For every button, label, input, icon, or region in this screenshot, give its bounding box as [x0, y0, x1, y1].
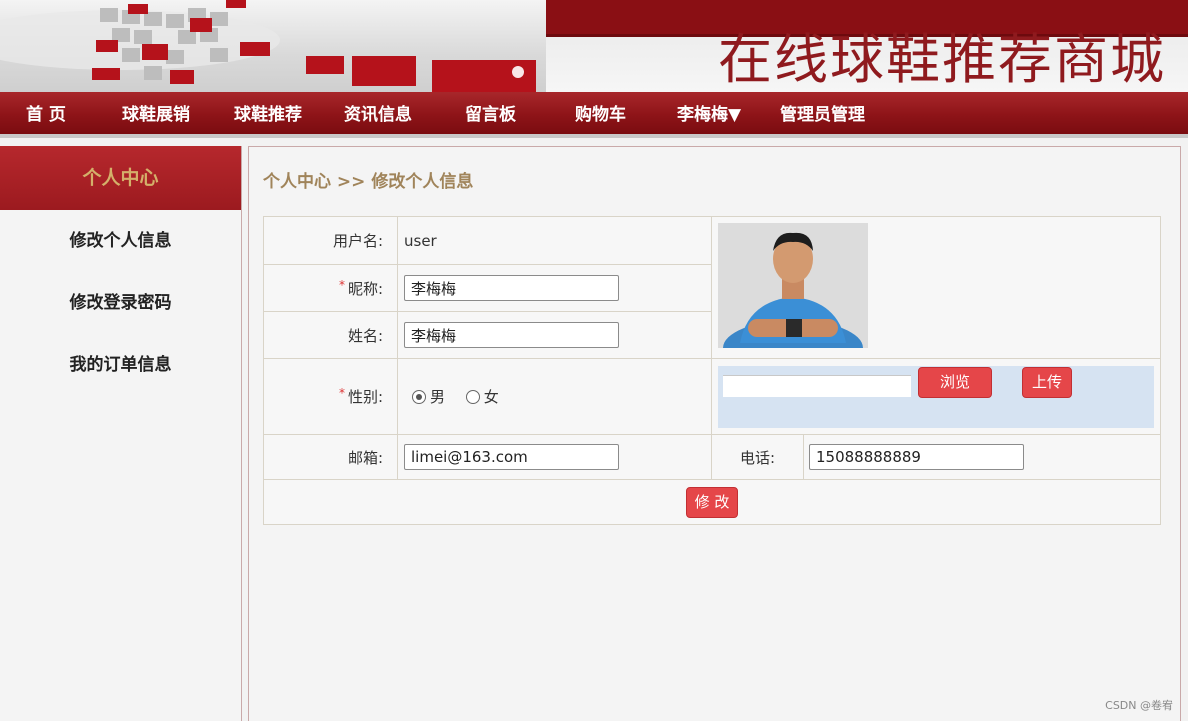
site-title: 在线球鞋推荐商城: [718, 28, 1166, 91]
required-star: *: [338, 277, 345, 292]
nav-message-board[interactable]: 留言板: [465, 92, 516, 138]
browse-button[interactable]: 浏览: [918, 366, 992, 398]
realname-label-text: 姓名:: [347, 326, 383, 345]
required-star: *: [338, 386, 345, 400]
nav-user-menu[interactable]: 李梅梅▼: [677, 92, 741, 138]
upload-button[interactable]: 上传: [1022, 366, 1072, 398]
gender-label: * 性别:: [263, 358, 398, 435]
file-path-field[interactable]: [723, 374, 911, 397]
username-label-text: 用户名:: [332, 232, 383, 250]
nav-admin[interactable]: 管理员管理: [780, 92, 865, 138]
phone-input[interactable]: [809, 444, 1024, 470]
gender-options: 男 女: [397, 358, 712, 435]
cube-decoration-image: [0, 0, 536, 92]
upload-area: 浏览 上传: [718, 365, 1154, 428]
email-label-text: 邮箱:: [347, 448, 383, 467]
email-input[interactable]: [404, 444, 619, 470]
nav-news[interactable]: 资讯信息: [344, 92, 412, 138]
gender-male-radio[interactable]: [412, 389, 426, 404]
submit-row: 修 改: [263, 479, 1161, 525]
sidebar: 个人中心 修改个人信息 修改登录密码 我的订单信息: [0, 146, 242, 721]
nickname-label: * 昵称:: [263, 264, 398, 312]
nav-cart[interactable]: 购物车: [575, 92, 626, 138]
submit-button[interactable]: 修 改: [686, 486, 738, 518]
main-nav: 首 页 球鞋展销 球鞋推荐 资讯信息 留言板 购物车 李梅梅▼ 管理员管理: [0, 92, 1188, 138]
username-value: user: [397, 216, 712, 265]
sidebar-item-my-orders[interactable]: 我的订单信息: [0, 334, 241, 396]
nickname-input[interactable]: [404, 275, 619, 301]
nav-shoe-sales[interactable]: 球鞋展销: [122, 92, 190, 138]
gender-female-radio[interactable]: [465, 389, 480, 404]
username-label: 用户名:: [263, 216, 398, 265]
gender-label-text: 性别:: [347, 388, 383, 406]
profile-form: 用户名: user * 昵称: 李梅梅 姓名: 李梅梅 * 性别: 男 女 浏览…: [263, 216, 1161, 525]
banner-title-area: 在线球鞋推荐商城: [546, 0, 1188, 92]
gender-male-label[interactable]: 男: [430, 388, 445, 406]
email-label: 邮箱:: [263, 434, 398, 480]
realname-input[interactable]: [404, 322, 619, 348]
watermark: CSDN @卷宥: [1105, 699, 1173, 712]
person-avatar-icon: [718, 223, 868, 348]
phone-label: 电话:: [711, 434, 804, 480]
gender-female-label[interactable]: 女: [484, 388, 499, 406]
avatar-photo: [718, 223, 868, 348]
realname-label: 姓名:: [263, 311, 398, 359]
nickname-label-text: 昵称:: [347, 279, 383, 298]
sidebar-item-change-password[interactable]: 修改登录密码: [0, 272, 241, 334]
phone-label-text: 电话:: [739, 448, 776, 467]
sidebar-item-edit-profile[interactable]: 修改个人信息: [0, 210, 241, 272]
avatar-cell: [711, 216, 1161, 359]
breadcrumb: 个人中心 >> 修改个人信息: [263, 172, 474, 192]
sidebar-heading: 个人中心: [0, 146, 241, 210]
main-panel: 个人中心 >> 修改个人信息 用户名: user * 昵称: 李梅梅 姓名: 李…: [248, 146, 1181, 721]
site-banner: 在线球鞋推荐商城: [0, 0, 1188, 92]
nav-shoe-recommend[interactable]: 球鞋推荐: [234, 92, 302, 138]
upload-cell: 浏览 上传: [711, 358, 1161, 435]
nav-home[interactable]: 首 页: [26, 92, 66, 138]
